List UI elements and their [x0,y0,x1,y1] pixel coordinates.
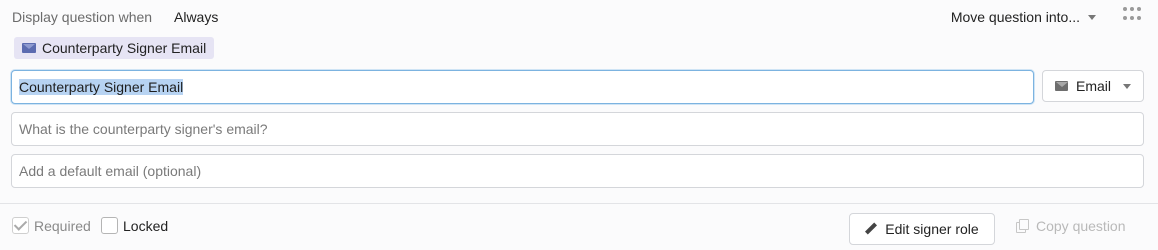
chevron-down-icon [1123,83,1131,89]
field-type-value: Email [1075,78,1111,94]
copy-question-button[interactable]: Copy question [1016,218,1126,234]
default-email-input[interactable] [11,154,1144,188]
required-checkbox[interactable]: Required [12,217,91,234]
chevron-down-icon [1088,14,1096,20]
locked-label: Locked [123,217,169,234]
locked-checkbox-box[interactable] [101,217,118,234]
edit-signer-role-label: Edit signer role [885,221,979,237]
checkmark-icon [13,217,28,231]
required-checkbox-box[interactable] [12,217,29,234]
display-condition-label: Display question when [12,9,153,25]
copy-icon [1016,219,1029,233]
envelope-icon [22,43,36,53]
selected-label-text: Counterparty Signer Email [19,79,184,95]
question-label-input[interactable]: Counterparty Signer Email [11,70,1034,104]
envelope-icon [1055,81,1068,91]
locked-checkbox[interactable]: Locked [101,217,168,234]
pencil-icon [865,223,877,235]
question-type-chip: Counterparty Signer Email [14,37,215,59]
required-label: Required [34,217,91,234]
move-question-label: Move question into... [950,9,1080,25]
display-condition-value[interactable]: Always [174,9,218,25]
chip-label: Counterparty Signer Email [42,40,207,56]
footer-divider [0,203,1158,204]
question-editor: Display question when Always Move questi… [0,0,1158,250]
field-type-select[interactable]: Email [1042,70,1144,102]
question-text-input[interactable] [11,112,1144,146]
edit-signer-role-button[interactable]: Edit signer role [849,213,995,245]
drag-handle-icon[interactable] [1123,7,1141,21]
move-question-dropdown[interactable]: Move question into... [951,6,1096,28]
copy-question-label: Copy question [1036,218,1126,234]
